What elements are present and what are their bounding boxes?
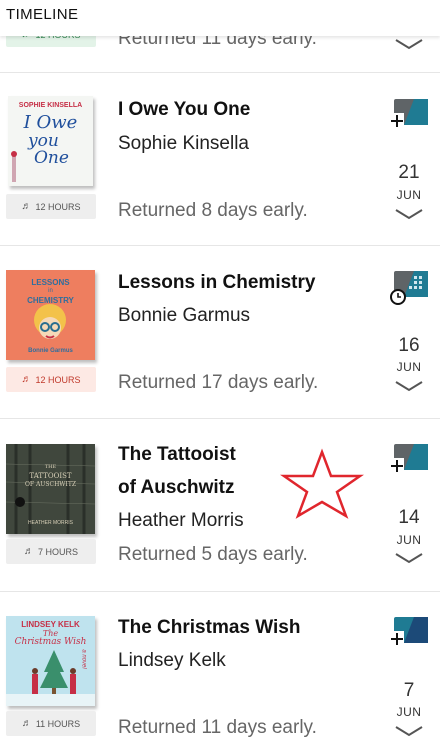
duration-label: 12 HOURS — [35, 374, 81, 385]
cover-author: Bonnie Garmus — [28, 348, 73, 354]
headphones-icon: ♬ — [21, 201, 32, 212]
duration-label: 12 HOURS — [35, 201, 81, 212]
list-item[interactable]: LESSONS in CHEMISTRY Bonnie Garmus ♬ 12 … — [0, 246, 440, 419]
return-month: JUN — [396, 533, 422, 547]
timeline-list: ♬ 12 HOURS Returned 11 days early. SOPHI… — [0, 0, 440, 738]
returned-text: Returned 11 days early. — [118, 717, 317, 738]
duration-badge: ♬ 12 HOURS — [6, 367, 96, 392]
book-title[interactable]: I Owe You One — [118, 93, 250, 126]
chevron-down-icon[interactable] — [394, 725, 424, 737]
cover-title-2: TATTOOIST — [29, 472, 72, 480]
headphones-icon: ♬ — [21, 718, 32, 729]
return-month: JUN — [396, 705, 422, 719]
book-title-line: The Christmas Wish — [118, 617, 301, 638]
book-author: Bonnie Garmus — [118, 305, 251, 326]
add-to-list-icon[interactable] — [390, 99, 428, 129]
book-author: Lindsey Kelk — [118, 650, 226, 671]
duration-label: 11 HOURS — [35, 718, 81, 729]
cover-title-3: OF AUSCHWITZ — [24, 481, 77, 488]
return-day: 16 — [398, 335, 420, 356]
returned-text: Returned 5 days early. — [118, 544, 308, 565]
book-cover[interactable]: SOPHIE KINSELLA I Owe you One — [8, 96, 93, 186]
headphones-icon: ♬ — [23, 546, 34, 557]
book-title-line: The Tattooist — [118, 444, 236, 465]
list-item[interactable]: SOPHIE KINSELLA I Owe you One ♬ 12 HOURS… — [0, 73, 440, 246]
cover-figure — [11, 151, 17, 182]
book-author: Sophie Kinsella — [118, 133, 249, 154]
list-item[interactable]: THE TATTOOIST OF AUSCHWITZ HEATHER MORRI… — [0, 419, 440, 592]
book-title-line: Lessons in Chemistry — [118, 272, 316, 293]
cover-tag: a novel — [80, 649, 87, 669]
book-cover[interactable]: THE TATTOOIST OF AUSCHWITZ HEATHER MORRI… — [6, 444, 95, 534]
cover-author: HEATHER MORRIS — [28, 520, 73, 526]
return-month: JUN — [396, 188, 422, 202]
return-month: JUN — [396, 360, 422, 374]
duration-badge: ♬ 7 HOURS — [6, 539, 96, 564]
cover-title-1: THE — [44, 464, 57, 470]
book-cover[interactable]: LESSONS in CHEMISTRY Bonnie Garmus — [6, 270, 95, 360]
book-cover[interactable]: LINDSEY KELK The Christmas Wish a novel — [6, 616, 95, 706]
book-title[interactable]: The Tattooist of Auschwitz — [118, 438, 236, 504]
app-header: TIMELINE — [0, 0, 440, 36]
duration-badge: ♬ 11 HOURS — [6, 711, 96, 736]
duration-label: 7 HOURS — [37, 546, 78, 557]
chevron-down-icon[interactable] — [394, 380, 424, 392]
add-to-list-icon[interactable] — [390, 617, 428, 647]
return-day: 14 — [398, 507, 420, 528]
duration-badge: ♬ 12 HOURS — [6, 194, 96, 219]
book-title[interactable]: The Christmas Wish — [118, 611, 300, 644]
book-title-line: of Auschwitz — [118, 477, 235, 498]
cover-portrait — [34, 304, 66, 339]
chevron-down-icon[interactable] — [394, 208, 424, 220]
book-title[interactable]: Lessons in Chemistry — [118, 266, 315, 299]
star-icon — [280, 448, 364, 519]
list-item[interactable]: LINDSEY KELK The Christmas Wish a novel … — [0, 592, 440, 752]
book-author: Heather Morris — [118, 510, 244, 531]
returned-text: Returned 8 days early. — [118, 200, 308, 221]
headphones-icon: ♬ — [21, 374, 32, 385]
returned-text: Returned 17 days early. — [118, 372, 319, 393]
return-day: 7 — [403, 680, 415, 701]
add-to-list-icon[interactable] — [390, 444, 428, 474]
chevron-down-icon[interactable] — [394, 552, 424, 564]
chevron-down-icon[interactable] — [394, 38, 424, 50]
scheduled-hold-icon[interactable] — [390, 271, 428, 305]
book-title-line: I Owe You One — [118, 99, 251, 120]
return-day: 21 — [398, 162, 420, 183]
page-title: TIMELINE — [6, 6, 79, 23]
